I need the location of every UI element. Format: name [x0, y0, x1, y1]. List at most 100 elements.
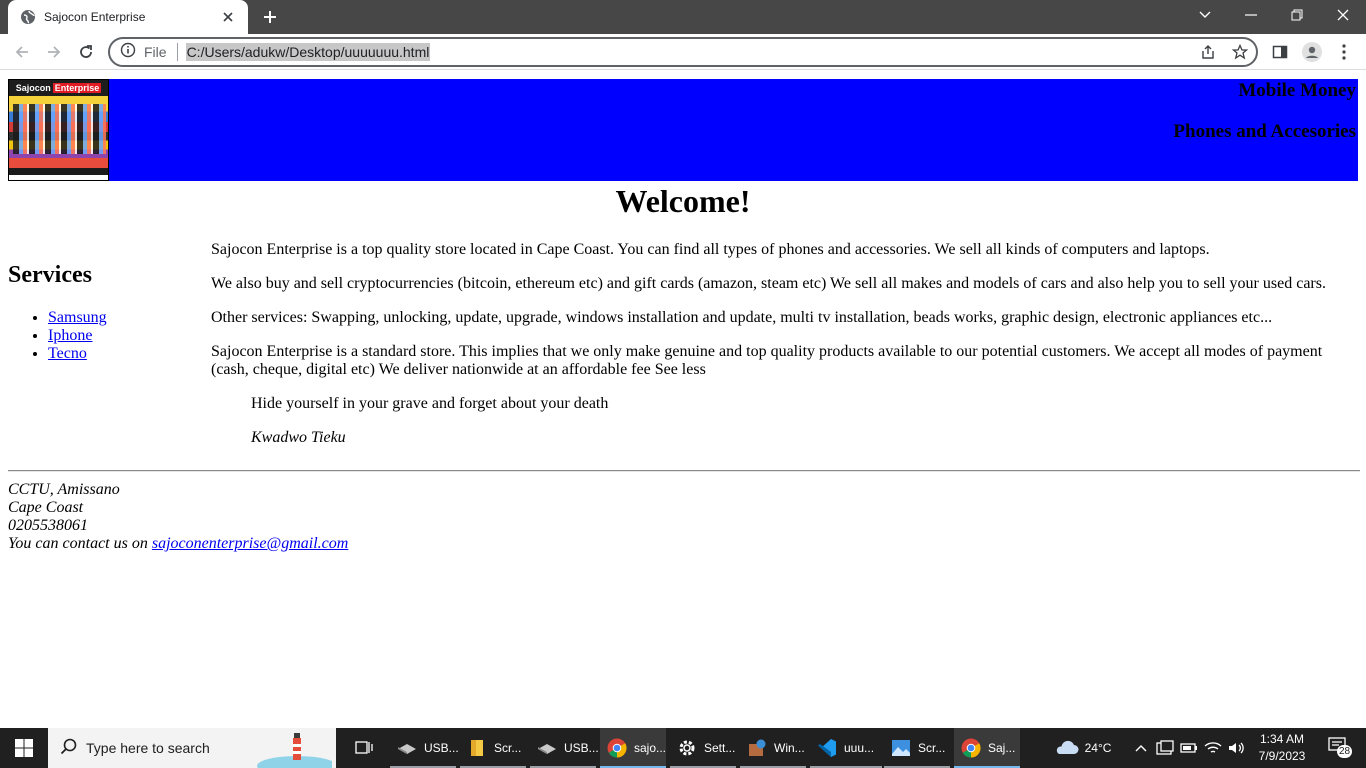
close-window-button[interactable] — [1320, 0, 1366, 30]
taskbar-app-label: sajo... — [633, 741, 666, 755]
clock-date: 7/9/2023 — [1258, 749, 1306, 763]
search-placeholder: Type here to search — [86, 740, 210, 756]
windows-taskbar: Type here to search USB... Scr... USB...… — [0, 728, 1366, 768]
menu-kebab-icon[interactable] — [1334, 42, 1354, 62]
crypto-paragraph: We also buy and sell cryptocurrencies (b… — [211, 275, 1326, 292]
store-logo-image: Sajocon Enterprise — [8, 79, 109, 181]
taskbar-app-label: Scr... — [918, 741, 946, 755]
globe-icon — [20, 9, 36, 25]
list-item: Samsung — [48, 309, 198, 327]
browser-tab[interactable]: Sajocon Enterprise — [8, 0, 248, 34]
taskbar-app-label: USB... — [424, 741, 459, 755]
weather-widget[interactable]: 24°C — [1042, 728, 1122, 768]
other-services-paragraph: Other services: Swapping, unlocking, upd… — [211, 309, 1273, 326]
windows-logo-icon — [15, 739, 33, 757]
tagline-phones-accessories: Phones and Accesories — [1173, 121, 1356, 142]
footer-contact-line: You can contact us on sajoconenterprise@… — [8, 535, 348, 553]
taskbar-app-vscode[interactable]: uuu... — [810, 728, 882, 768]
taskbar-app-photos[interactable]: Scr... — [884, 728, 950, 768]
reload-button[interactable] — [74, 40, 98, 64]
taskbar-app-chrome-2[interactable]: Saj... — [954, 728, 1020, 768]
folder-icon — [466, 737, 488, 759]
usb-drive-icon — [536, 737, 558, 759]
email-link[interactable]: sajoconenterprise@gmail.com — [152, 535, 348, 552]
taskbar-app-usb-1[interactable]: USB... — [390, 728, 459, 768]
search-icon — [60, 738, 78, 759]
logo-phones-graphic — [13, 104, 106, 154]
logo-text-2: Enterprise — [52, 83, 102, 93]
address-bar[interactable]: File C:/Users/adukw/Desktop/uuuuuuu.html — [108, 37, 1258, 67]
battery-icon[interactable] — [1178, 728, 1200, 768]
quote-text: Hide yourself in your grave and forget a… — [251, 395, 609, 412]
tagline-mobile-money: Mobile Money — [1238, 80, 1356, 101]
start-button[interactable] — [0, 728, 48, 768]
windows-app-icon — [746, 737, 768, 759]
page-title: Welcome! — [615, 183, 751, 219]
taskbar-app-label: uuu... — [844, 741, 875, 755]
system-clock[interactable]: 1:34 AM 7/9/2023 — [1252, 731, 1312, 765]
share-icon[interactable] — [1198, 42, 1218, 62]
footer-location: CCTU, Amissano — [8, 481, 120, 498]
quote-author: Kwadwo Tieku — [251, 429, 346, 446]
list-item: Iphone — [48, 327, 198, 345]
back-button[interactable] — [10, 40, 34, 64]
taskbar-app-usb-2[interactable]: USB... — [530, 728, 599, 768]
service-link-iphone[interactable]: Iphone — [48, 327, 92, 344]
taskbar-app-settings[interactable]: Sett... — [670, 728, 736, 768]
header-banner: Sajocon Enterprise Mobile Money Phones an… — [8, 79, 1358, 181]
search-highlight-lighthouse-icon — [257, 733, 332, 768]
taskbar-app-label: Scr... — [494, 741, 522, 755]
taskbar-app-label: Saj... — [988, 741, 1016, 755]
omnibox-divider — [176, 43, 178, 61]
show-hidden-icons-chevron-icon[interactable] — [1132, 728, 1150, 768]
cloud-icon — [1053, 739, 1079, 758]
side-panel-icon[interactable] — [1270, 42, 1290, 62]
standard-store-paragraph: Sajocon Enterprise is a standard store. … — [211, 343, 1323, 378]
quote-block: Hide yourself in your grave and forget a… — [251, 395, 1341, 447]
footer-contact-prefix: You can contact us on — [8, 535, 148, 552]
wifi-icon[interactable] — [1202, 728, 1224, 768]
tab-title: Sajocon Enterprise — [44, 10, 146, 24]
taskbar-app-label: Sett... — [704, 741, 736, 755]
url-text[interactable]: C:/Users/adukw/Desktop/uuuuuuu.html — [185, 43, 431, 61]
services-heading: Services — [8, 262, 92, 288]
taskbar-app-label: Win... — [774, 741, 805, 755]
meet-now-icon[interactable] — [1154, 728, 1176, 768]
profile-avatar-icon[interactable] — [1302, 42, 1322, 62]
banner-taglines: Mobile Money Phones and Accesories — [1173, 79, 1356, 143]
task-view-icon[interactable] — [346, 728, 382, 768]
gear-icon — [676, 737, 698, 759]
close-tab-icon[interactable] — [220, 9, 236, 25]
footer-address: CCTU, Amissano Cape Coast 0205538061 You… — [8, 481, 348, 553]
restore-button[interactable] — [1274, 0, 1320, 30]
logo-text-1: Sajocon — [15, 83, 51, 93]
list-item: Tecno — [48, 345, 198, 363]
scheme-label: File — [144, 44, 167, 60]
footer-divider — [8, 470, 1360, 472]
services-sidebar: Services Samsung Iphone Tecno — [8, 261, 198, 363]
services-list: Samsung Iphone Tecno — [8, 309, 198, 363]
minimize-button[interactable] — [1228, 0, 1274, 30]
service-link-tecno[interactable]: Tecno — [48, 345, 87, 362]
chrome-icon — [606, 737, 628, 759]
web-page: Sajocon Enterprise Mobile Money Phones an… — [0, 71, 1366, 728]
logo-text: Sajocon Enterprise — [9, 80, 108, 96]
tab-search-icon[interactable] — [1182, 0, 1228, 30]
bookmark-star-icon[interactable] — [1230, 42, 1250, 62]
taskbar-app-explorer[interactable]: Scr... — [460, 728, 526, 768]
notification-count-badge: 28 — [1337, 745, 1353, 758]
taskbar-app-windows[interactable]: Win... — [740, 728, 806, 768]
usb-drive-icon — [396, 737, 418, 759]
taskbar-app-chrome-1[interactable]: sajo... — [600, 728, 666, 768]
taskbar-app-label: USB... — [564, 741, 599, 755]
notification-center-button[interactable]: 28 — [1320, 728, 1360, 768]
service-link-samsung[interactable]: Samsung — [48, 309, 107, 326]
forward-button[interactable] — [42, 40, 66, 64]
new-tab-button[interactable] — [258, 6, 282, 28]
info-icon[interactable] — [120, 42, 136, 63]
volume-icon[interactable] — [1226, 728, 1248, 768]
taskbar-search-box[interactable]: Type here to search — [48, 728, 336, 768]
photos-icon — [890, 737, 912, 759]
notification-icon: 28 — [1328, 737, 1353, 759]
chrome-icon — [960, 737, 982, 759]
